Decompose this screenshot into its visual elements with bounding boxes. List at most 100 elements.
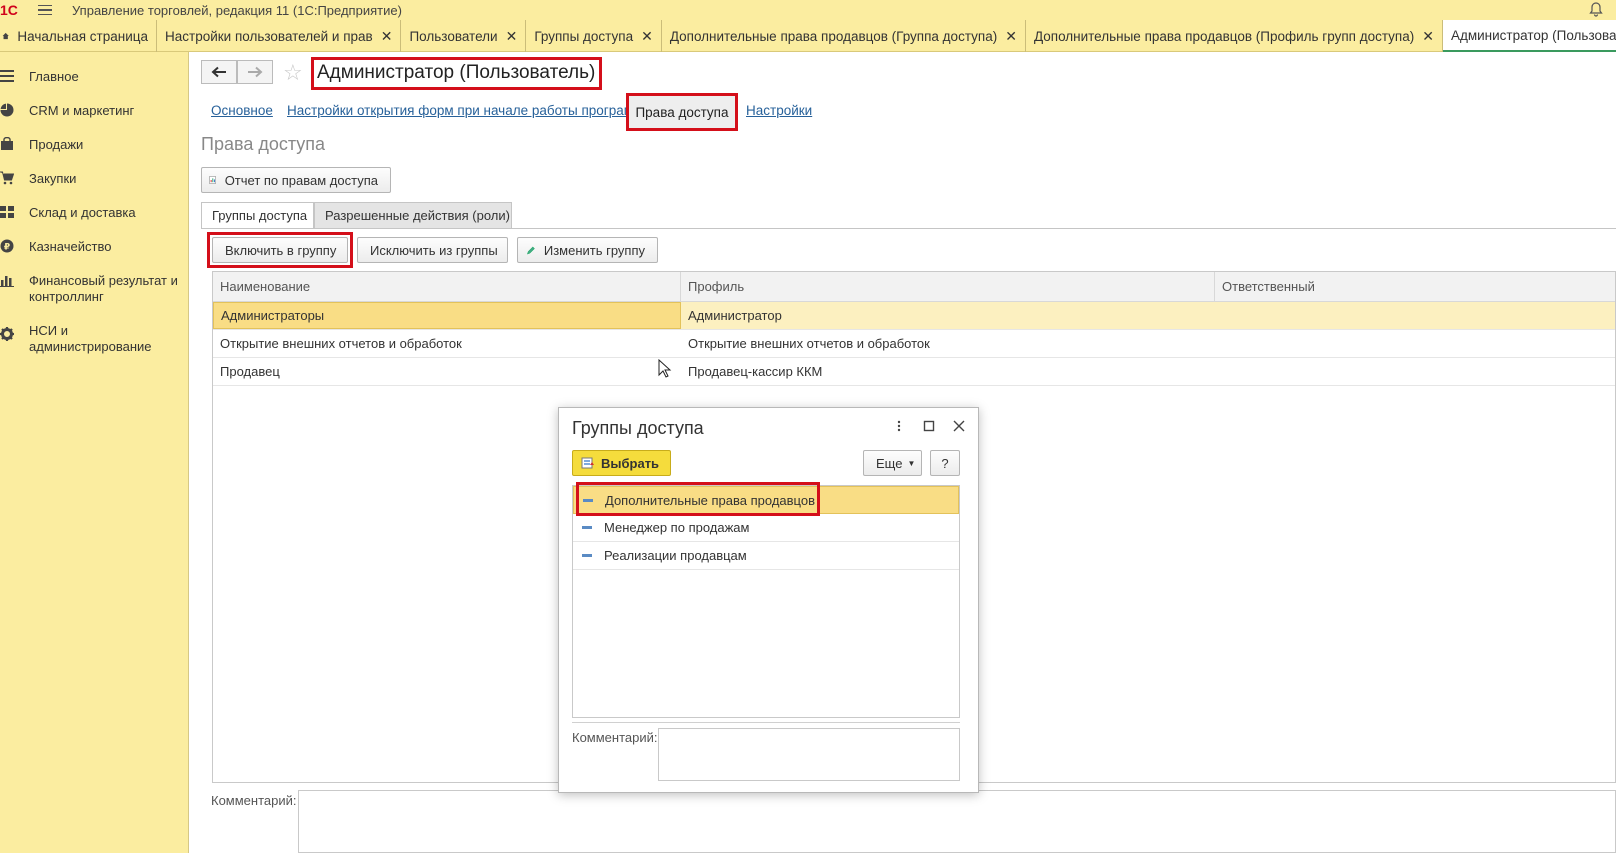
link-access-rights[interactable]: Права доступа	[626, 93, 738, 131]
close-icon[interactable]: ✕	[506, 28, 518, 45]
sidebar-item-label: Закупки	[29, 171, 77, 186]
close-icon[interactable]: ✕	[381, 28, 393, 45]
tab-users[interactable]: Пользователи ✕	[401, 20, 527, 52]
sidebar-item-label: Казначейство	[29, 239, 112, 254]
pie-chart-icon	[0, 103, 14, 117]
sidebar: Главное CRM и маркетинг Продажи Закупки …	[0, 52, 189, 853]
list-item-label: Реализации продавцам	[604, 548, 747, 563]
access-groups-dialog: Группы доступа Выбрать Еще ▼ ? Дополните…	[558, 407, 979, 793]
table-row[interactable]: Администраторы Администратор	[213, 302, 1615, 330]
close-icon[interactable]: ✕	[1422, 28, 1434, 45]
help-button[interactable]: ?	[930, 450, 960, 476]
main-menu-icon[interactable]	[38, 2, 52, 19]
column-name[interactable]: Наименование	[213, 272, 681, 301]
tab-label: Настройки пользователей и прав	[165, 28, 373, 44]
cell-responsible	[1215, 358, 1615, 385]
cell-profile: Открытие внешних отчетов и обработок	[688, 336, 930, 351]
group-item-icon	[582, 526, 592, 529]
sidebar-item-label: Главное	[29, 69, 79, 84]
column-profile[interactable]: Профиль	[681, 272, 1215, 301]
forward-button[interactable]	[237, 60, 273, 84]
comment-field[interactable]	[298, 790, 1616, 853]
link-startup-forms[interactable]: Настройки открытия форм при начале работ…	[287, 103, 652, 118]
close-icon[interactable]: ✕	[641, 28, 653, 45]
ruble-icon: ₽	[0, 239, 14, 253]
sidebar-item-main[interactable]: Главное	[0, 60, 188, 94]
bar-chart-icon	[0, 276, 14, 287]
bell-icon[interactable]	[1588, 1, 1604, 17]
back-button[interactable]	[201, 60, 237, 84]
maximize-icon[interactable]	[922, 419, 936, 433]
menu-icon	[0, 70, 14, 82]
mouse-cursor-icon	[658, 359, 672, 378]
tab-label: Пользователи	[409, 28, 498, 44]
column-responsible[interactable]: Ответственный	[1215, 272, 1615, 301]
select-button[interactable]: Выбрать	[572, 450, 671, 476]
more-dropdown-button[interactable]: Еще ▼	[863, 450, 922, 476]
tab-seller-rights-group[interactable]: Дополнительные права продавцов (Группа д…	[662, 20, 1026, 52]
more-button-label: Еще	[876, 455, 903, 471]
sidebar-item-sales[interactable]: Продажи	[0, 128, 188, 162]
select-button-label: Выбрать	[601, 455, 660, 471]
group-item-icon	[582, 554, 592, 557]
arrow-right-icon	[248, 66, 263, 78]
cart-icon	[0, 171, 14, 185]
cell-profile: Продавец-кассир ККМ	[688, 364, 823, 379]
sidebar-item-warehouse[interactable]: Склад и доставка	[0, 196, 188, 230]
home-icon	[2, 32, 9, 40]
open-tabs-bar: Начальная страница Настройки пользовател…	[0, 20, 1616, 52]
more-options-icon[interactable]	[892, 419, 906, 433]
tab-home[interactable]: Начальная страница	[0, 20, 157, 52]
title-bar: 1С Управление торговлей, редакция 11 (1С…	[0, 0, 1616, 20]
selected-item-highlight-frame	[576, 482, 820, 516]
tab-label: Дополнительные права продавцов (Профиль …	[1033, 28, 1415, 44]
tab-label: Группы доступа	[534, 28, 634, 44]
link-main[interactable]: Основное	[211, 103, 273, 118]
tab-seller-rights-profile[interactable]: Дополнительные права продавцов (Профиль …	[1026, 20, 1443, 52]
subtab-allowed-actions[interactable]: Разрешенные действия (роли)	[314, 202, 512, 228]
list-item[interactable]: Менеджер по продажам	[573, 514, 959, 542]
report-icon	[209, 176, 216, 184]
sidebar-item-crm[interactable]: CRM и маркетинг	[0, 94, 188, 128]
svg-text:₽: ₽	[4, 243, 10, 253]
app-logo: 1С	[0, 2, 18, 18]
edit-group-button[interactable]: Изменить группу	[517, 237, 658, 263]
window-title: Управление торговлей, редакция 11 (1С:Пр…	[72, 2, 402, 18]
access-groups-list: Дополнительные права продавцов Менеджер …	[572, 485, 960, 718]
access-report-button[interactable]: Отчет по правам доступа	[201, 167, 391, 193]
favorite-star-icon[interactable]: ☆	[283, 60, 303, 86]
cell-responsible	[1215, 330, 1615, 357]
tab-label: Администратор (Пользователь)	[1450, 27, 1616, 43]
sidebar-item-treasury[interactable]: ₽ Казначейство	[0, 230, 188, 264]
dialog-title: Группы доступа	[572, 418, 704, 438]
tab-administrator-user[interactable]: Администратор (Пользователь)✕	[1442, 20, 1616, 52]
list-item[interactable]: Реализации продавцам	[573, 542, 959, 570]
exclude-from-group-button[interactable]: Исключить из группы	[357, 237, 508, 263]
tab-label: Дополнительные права продавцов (Группа д…	[669, 28, 998, 44]
cell-name: Открытие внешних отчетов и обработок	[220, 336, 462, 351]
tab-user-settings[interactable]: Настройки пользователей и прав ✕	[157, 20, 402, 52]
sidebar-item-purchases[interactable]: Закупки	[0, 162, 188, 196]
table-row[interactable]: Открытие внешних отчетов и обработок Отк…	[213, 330, 1615, 358]
close-icon[interactable]: ✕	[1005, 28, 1017, 45]
tab-access-groups[interactable]: Группы доступа ✕	[526, 20, 662, 52]
dialog-comment-label: Комментарий:	[572, 730, 658, 745]
tab-label: Начальная страница	[17, 28, 148, 44]
table-row[interactable]: Продавец Продавец-кассир ККМ	[213, 358, 1615, 386]
sidebar-item-admin[interactable]: НСИ и администрирование	[0, 314, 188, 364]
sidebar-item-label: CRM и маркетинг	[29, 103, 135, 118]
subtab-access-groups[interactable]: Группы доступа	[201, 202, 314, 228]
sidebar-item-label: НСИ и администрирование	[29, 323, 152, 354]
select-icon	[581, 457, 594, 469]
cell-name: Продавец	[220, 364, 280, 379]
include-in-group-button[interactable]: Включить в группу	[212, 237, 348, 263]
subtab-divider	[201, 228, 1616, 229]
sidebar-item-finance[interactable]: Финансовый результат и контроллинг	[0, 264, 188, 314]
link-settings[interactable]: Настройки	[746, 103, 812, 118]
close-icon[interactable]	[952, 419, 966, 433]
dialog-comment-field[interactable]	[658, 728, 960, 781]
cell-name: Администраторы	[213, 302, 681, 329]
gear-icon	[0, 327, 14, 341]
list-item-label: Менеджер по продажам	[604, 520, 750, 535]
cell-profile: Администратор	[688, 308, 782, 323]
